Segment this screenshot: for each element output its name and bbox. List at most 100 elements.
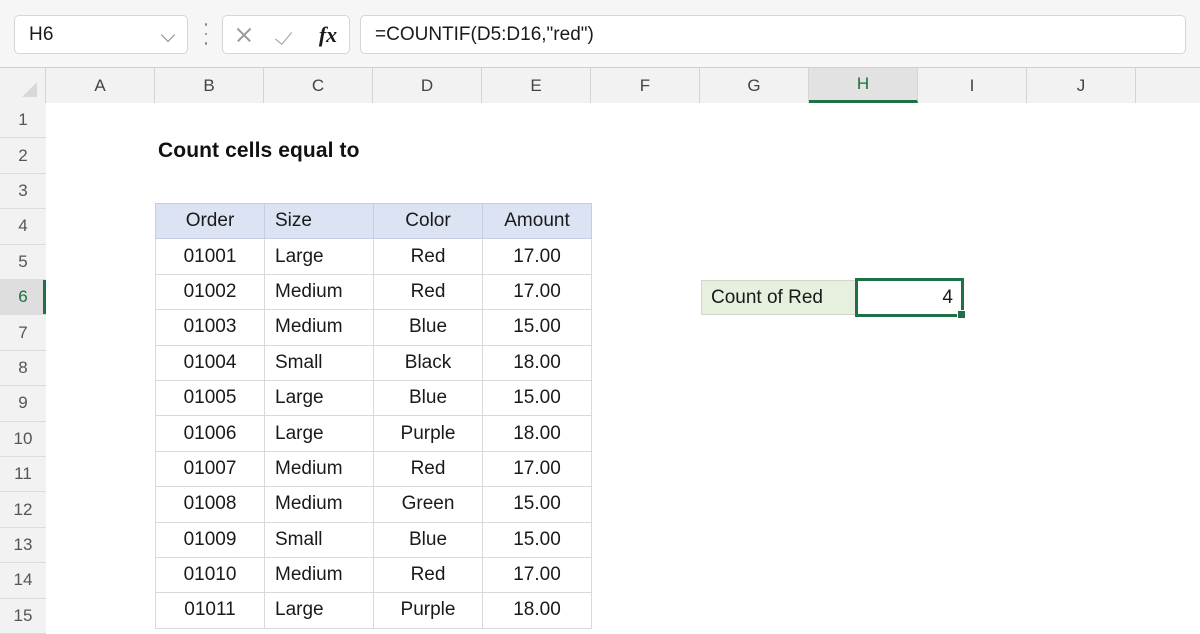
column-header-f[interactable]: F xyxy=(591,68,700,103)
name-box[interactable]: H6 xyxy=(14,15,188,54)
fill-handle[interactable] xyxy=(957,310,966,319)
row-header-11[interactable]: 11 xyxy=(0,457,46,492)
row-header-15[interactable]: 15 xyxy=(0,599,46,634)
cell-color[interactable]: Red xyxy=(374,239,483,274)
cell-color[interactable]: Blue xyxy=(374,310,483,345)
cell-order[interactable]: 01001 xyxy=(156,239,265,274)
formula-bar: H6 fx =COUNTIF(D5:D16,"red") xyxy=(0,0,1200,68)
row-header-12[interactable]: 12 xyxy=(0,492,46,527)
column-header-g[interactable]: G xyxy=(700,68,809,103)
cell-color[interactable]: Purple xyxy=(374,416,483,451)
cell-order[interactable]: 01004 xyxy=(156,345,265,380)
cell-amount[interactable]: 15.00 xyxy=(483,522,592,557)
select-all-corner[interactable] xyxy=(0,68,46,103)
cell-color[interactable]: Red xyxy=(374,557,483,592)
cell-order[interactable]: 01005 xyxy=(156,380,265,415)
cell-size[interactable]: Medium xyxy=(265,557,374,592)
row-header-14[interactable]: 14 xyxy=(0,563,46,598)
page-title: Count cells equal to xyxy=(158,139,360,163)
table-row[interactable]: 01002 Medium Red 17.00 xyxy=(156,274,592,309)
cell-order[interactable]: 01002 xyxy=(156,274,265,309)
cell-order[interactable]: 01007 xyxy=(156,451,265,486)
cell-amount[interactable]: 17.00 xyxy=(483,557,592,592)
row-header-6[interactable]: 6 xyxy=(0,280,46,315)
cell-order[interactable]: 01006 xyxy=(156,416,265,451)
selected-cell-h6[interactable]: 4 xyxy=(855,278,964,317)
cell-color[interactable]: Black xyxy=(374,345,483,380)
cell-order[interactable]: 01008 xyxy=(156,487,265,522)
cell-size[interactable]: Medium xyxy=(265,274,374,309)
column-header-d[interactable]: D xyxy=(373,68,482,103)
table-row[interactable]: 01001 Large Red 17.00 xyxy=(156,239,592,274)
row-header-3[interactable]: 3 xyxy=(0,174,46,209)
cell-order[interactable]: 01009 xyxy=(156,522,265,557)
table-row[interactable]: 01003 Medium Blue 15.00 xyxy=(156,310,592,345)
formula-input[interactable]: =COUNTIF(D5:D16,"red") xyxy=(360,15,1186,54)
result-value: 4 xyxy=(942,287,953,309)
close-icon[interactable] xyxy=(229,20,259,50)
cell-order[interactable]: 01011 xyxy=(156,593,265,628)
cell-amount[interactable]: 15.00 xyxy=(483,380,592,415)
column-header-c[interactable]: C xyxy=(264,68,373,103)
table-row[interactable]: 01004 Small Black 18.00 xyxy=(156,345,592,380)
row-header-10[interactable]: 10 xyxy=(0,422,46,457)
row-header-7[interactable]: 7 xyxy=(0,315,46,350)
cell-color[interactable]: Blue xyxy=(374,380,483,415)
cell-order[interactable]: 01003 xyxy=(156,310,265,345)
row-header-5[interactable]: 5 xyxy=(0,245,46,280)
row-header-9[interactable]: 9 xyxy=(0,386,46,421)
column-header-a[interactable]: A xyxy=(46,68,155,103)
cell-order[interactable]: 01010 xyxy=(156,557,265,592)
cell-amount[interactable]: 17.00 xyxy=(483,274,592,309)
name-box-value: H6 xyxy=(29,24,161,46)
row-header-bar: 1 2 3 4 5 6 7 8 9 10 11 12 13 14 15 xyxy=(0,103,46,630)
result-label-cell[interactable]: Count of Red xyxy=(701,280,856,315)
row-header-2[interactable]: 2 xyxy=(0,138,46,173)
table-row[interactable]: 01006 Large Purple 18.00 xyxy=(156,416,592,451)
kebab-menu-icon[interactable] xyxy=(200,23,212,45)
cell-size[interactable]: Large xyxy=(265,239,374,274)
column-header-i[interactable]: I xyxy=(918,68,1027,103)
cell-amount[interactable]: 18.00 xyxy=(483,416,592,451)
table-header-row: Order Size Color Amount xyxy=(156,204,592,239)
cell-amount[interactable]: 17.00 xyxy=(483,451,592,486)
cell-size[interactable]: Medium xyxy=(265,310,374,345)
table-row[interactable]: 01009 Small Blue 15.00 xyxy=(156,522,592,557)
table-row[interactable]: 01008 Medium Green 15.00 xyxy=(156,487,592,522)
cell-amount[interactable]: 15.00 xyxy=(483,487,592,522)
column-header-k[interactable] xyxy=(1136,68,1200,103)
row-header-1[interactable]: 1 xyxy=(0,103,46,138)
cell-amount[interactable]: 17.00 xyxy=(483,239,592,274)
column-header-amount: Amount xyxy=(483,204,592,239)
cell-color[interactable]: Blue xyxy=(374,522,483,557)
cell-color[interactable]: Red xyxy=(374,274,483,309)
table-row[interactable]: 01005 Large Blue 15.00 xyxy=(156,380,592,415)
cell-color[interactable]: Purple xyxy=(374,593,483,628)
column-header-j[interactable]: J xyxy=(1027,68,1136,103)
row-header-8[interactable]: 8 xyxy=(0,351,46,386)
column-header-h[interactable]: H xyxy=(809,68,918,103)
cell-amount[interactable]: 15.00 xyxy=(483,310,592,345)
table-row[interactable]: 01011 Large Purple 18.00 xyxy=(156,593,592,628)
row-header-4[interactable]: 4 xyxy=(0,209,46,244)
cell-amount[interactable]: 18.00 xyxy=(483,593,592,628)
cell-size[interactable]: Medium xyxy=(265,451,374,486)
column-header-e[interactable]: E xyxy=(482,68,591,103)
cell-size[interactable]: Small xyxy=(265,522,374,557)
table-row[interactable]: 01007 Medium Red 17.00 xyxy=(156,451,592,486)
cell-color[interactable]: Green xyxy=(374,487,483,522)
cell-amount[interactable]: 18.00 xyxy=(483,345,592,380)
cell-color[interactable]: Red xyxy=(374,451,483,486)
chevron-down-icon[interactable] xyxy=(161,27,177,43)
spreadsheet-grid[interactable]: Count cells equal to Order Size Color Am… xyxy=(46,103,1200,630)
cell-size[interactable]: Large xyxy=(265,380,374,415)
check-icon[interactable] xyxy=(271,20,301,50)
cell-size[interactable]: Medium xyxy=(265,487,374,522)
cell-size[interactable]: Large xyxy=(265,593,374,628)
cell-size[interactable]: Large xyxy=(265,416,374,451)
fx-icon[interactable]: fx xyxy=(313,20,343,50)
column-header-b[interactable]: B xyxy=(155,68,264,103)
cell-size[interactable]: Small xyxy=(265,345,374,380)
row-header-13[interactable]: 13 xyxy=(0,528,46,563)
table-row[interactable]: 01010 Medium Red 17.00 xyxy=(156,557,592,592)
